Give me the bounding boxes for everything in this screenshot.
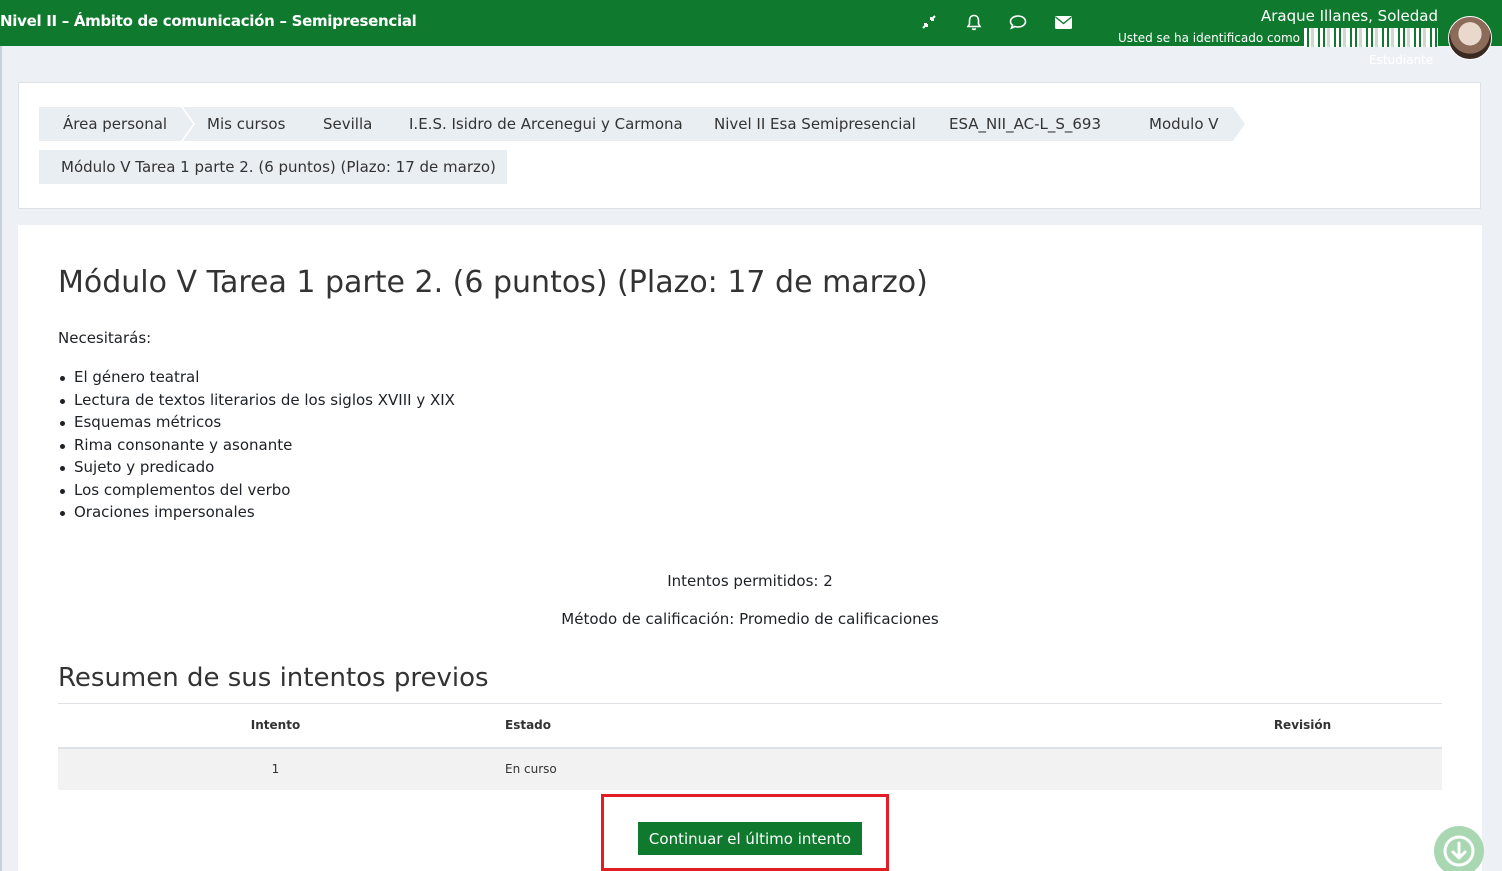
list-item: Oraciones impersonales — [58, 501, 455, 524]
list-item: Rima consonante y asonante — [58, 434, 455, 457]
list-item: Sujeto y predicado — [58, 456, 455, 479]
intro-text: Necesitarás: — [58, 329, 152, 347]
user-role: Estudiante — [1369, 53, 1434, 67]
site-title[interactable]: Nivel II – Ámbito de comunicación – Semi… — [0, 12, 417, 30]
list-item: Lectura de textos literarios de los sigl… — [58, 389, 455, 412]
list-item: Los complementos del verbo — [58, 479, 455, 502]
collapse-icon[interactable] — [919, 12, 939, 32]
list-item: El género teatral — [58, 366, 455, 389]
table-header-row: Intento Estado Revisión — [58, 703, 1442, 749]
chat-icon[interactable] — [1008, 12, 1028, 32]
main-content: Módulo V Tarea 1 parte 2. (6 puntos) (Pl… — [18, 225, 1482, 871]
breadcrumb-item-ies[interactable]: I.E.S. Isidro de Arcenegui y Carmona — [385, 107, 702, 141]
page-title: Módulo V Tarea 1 parte 2. (6 puntos) (Pl… — [58, 265, 928, 300]
user-name[interactable]: Araque Illanes, Soledad — [1261, 7, 1438, 25]
left-edge — [0, 46, 2, 871]
attempts-allowed: Intentos permitidos: 2 — [667, 572, 833, 590]
attempt-number: 1 — [58, 747, 493, 790]
breadcrumb-item-current[interactable]: Módulo V Tarea 1 parte 2. (6 puntos) (Pl… — [39, 150, 507, 184]
bell-icon[interactable] — [964, 12, 984, 32]
breadcrumb-item-course-code[interactable]: ESA_NII_AC-L_S_693 — [925, 107, 1137, 141]
arrow-down-circle-icon — [1443, 835, 1475, 867]
table-row: 1 En curso — [58, 747, 1442, 790]
continue-attempt-button[interactable]: Continuar el último intento — [638, 822, 862, 855]
column-header-attempt: Intento — [58, 703, 493, 749]
attempt-status: En curso — [493, 747, 1163, 790]
avatar[interactable] — [1448, 16, 1492, 60]
redacted-name — [1304, 28, 1438, 47]
topic-list: El género teatral Lectura de textos lite… — [58, 366, 455, 524]
scroll-down-button[interactable] — [1434, 826, 1484, 871]
attempts-table: Intento Estado Revisión 1 En curso — [58, 703, 1442, 790]
column-header-review: Revisión — [1163, 703, 1442, 749]
top-navbar: Nivel II – Ámbito de comunicación – Semi… — [0, 0, 1502, 46]
column-header-status: Estado — [493, 703, 1163, 749]
summary-title: Resumen de sus intentos previos — [58, 663, 489, 693]
logged-in-as-label: Usted se ha identificado como — [1117, 31, 1300, 45]
grading-method: Método de calificación: Promedio de cali… — [561, 610, 939, 628]
breadcrumb-item-nivel-ii[interactable]: Nivel II Esa Semipresencial — [690, 107, 937, 141]
breadcrumb-item-modulo-v[interactable]: Modulo V — [1125, 107, 1245, 141]
list-item: Esquemas métricos — [58, 411, 455, 434]
envelope-icon[interactable] — [1053, 12, 1073, 32]
breadcrumb: Área personal Mis cursos Sevilla I.E.S. … — [18, 82, 1481, 209]
attempt-review — [1163, 747, 1442, 790]
breadcrumb-item-area-personal[interactable]: Área personal — [39, 107, 193, 141]
breadcrumb-item-mis-cursos[interactable]: Mis cursos — [183, 107, 311, 141]
breadcrumb-item-sevilla[interactable]: Sevilla — [299, 107, 397, 141]
